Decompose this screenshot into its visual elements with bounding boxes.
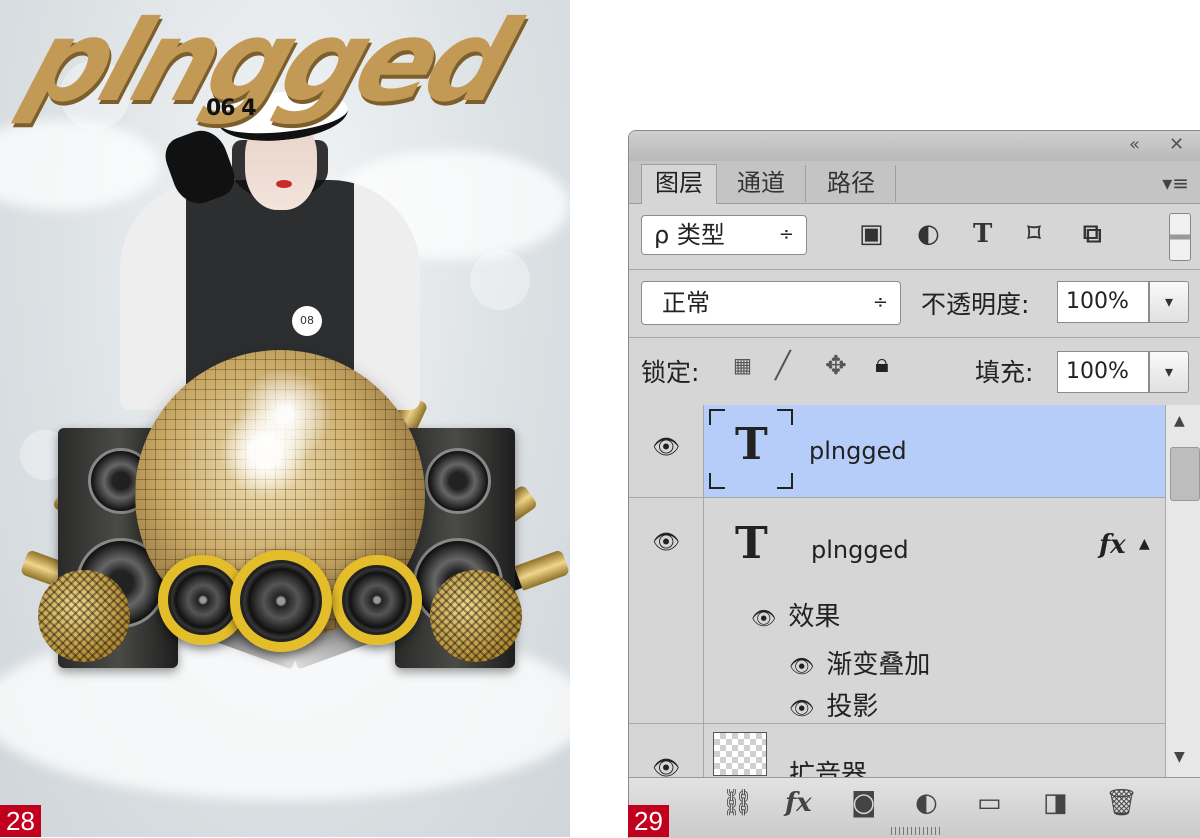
fill-label: 填充: [975,358,1034,387]
layer-list: 👁︎ T plngged 👁︎ T plngged fx ▲ 👁︎ 效果 👁︎ 渐变… [629,405,1165,777]
select-arrow-icon: ÷ [872,292,888,313]
shirt-badge: 08 [292,306,322,336]
fill-dropdown-button[interactable]: ▾ [1149,351,1189,393]
scrollbar-thumb[interactable] [1170,447,1200,501]
group-folder-icon[interactable]: ▭ [977,788,1002,818]
effects-label: 效果 [788,602,841,632]
poster-title: plngged [10,0,526,127]
layer-name[interactable]: 扩音器 [789,754,867,777]
smart-object-filter-icon[interactable]: ⧉ [1083,219,1102,250]
effect-name: 渐变叠加 [826,650,931,680]
poster-image: 08 plngged 06 4 [0,0,570,837]
filter-toggle[interactable] [1169,213,1191,261]
opacity-label: 不透明度: [921,290,1030,319]
lock-transparent-icon[interactable]: ▦ [733,353,752,377]
layer-name[interactable]: plngged [809,437,907,465]
trash-icon[interactable]: 🗑︎ [1105,788,1138,818]
figure-number-28: 28 [0,805,41,837]
panel-titlebar: « ✕ [629,131,1200,162]
layer-name[interactable]: plngged [811,536,909,564]
layer-row[interactable]: 👁︎ 扩音器 [629,724,1165,777]
scroll-down-arrow-icon[interactable]: ▼ [1174,749,1185,765]
text-layer-icon: T [735,419,768,470]
layers-panel: « ✕ 图层 通道 路径 ▾≡ ρ 类型 ÷ ▣ ◐ T ⌑ ⧉ 正常 ÷ 不透… [628,130,1200,838]
scroll-up-arrow-icon[interactable]: ▲ [1174,413,1185,429]
eye-icon[interactable]: 👁︎ [789,654,814,678]
layer-list-scrollbar[interactable]: ▲ ▼ [1165,405,1200,777]
effects-row[interactable]: 👁︎ 效果 [751,596,840,633]
lock-label: 锁定: [641,358,700,387]
shape-filter-icon[interactable]: ⌑ [1027,219,1041,249]
fill-input[interactable]: 100% [1057,351,1149,393]
effect-drop-shadow[interactable]: 👁︎ 投影 [789,686,878,723]
opacity-dropdown-button[interactable]: ▾ [1149,281,1189,323]
close-icon[interactable]: ✕ [1169,134,1184,155]
tab-paths[interactable]: 路径 [807,165,896,202]
lock-brush-icon[interactable]: ╱ [775,351,791,381]
left-microphone [38,570,130,662]
layer-row-selected[interactable]: 👁︎ T plngged [629,405,1165,498]
blend-mode-select[interactable]: 正常 ÷ [641,281,901,325]
select-arrow-icon: ÷ [778,224,794,245]
text-filter-icon[interactable]: T [973,219,992,249]
center-speaker [230,550,332,652]
blend-mode-value: 正常 [662,289,710,317]
eye-icon[interactable]: 👁︎ [651,435,681,460]
disco-shine [230,360,340,470]
panel-menu-icon[interactable]: ▾≡ [1162,171,1189,195]
lock-move-icon[interactable]: ✥ [825,351,847,381]
text-layer-icon: T [735,518,768,569]
blend-row: 正常 ÷ 不透明度: 100% ▾ [629,269,1200,338]
panel-bottom-bar: ⛓︎ fx ◙ ◐ ▭ ◨ 🗑︎ [629,777,1200,838]
image-filter-icon[interactable]: ▣ [859,219,884,249]
figure-number-29: 29 [628,805,669,837]
adjustment-filter-icon[interactable]: ◐ [917,219,940,249]
collapse-effects-arrow-icon[interactable]: ▲ [1139,536,1150,552]
tab-channels[interactable]: 通道 [717,165,806,202]
new-layer-icon[interactable]: ◨ [1043,788,1068,818]
resize-grip[interactable] [891,827,941,835]
collapse-icon[interactable]: « [1129,134,1140,155]
effect-name: 投影 [826,692,879,722]
opacity-input[interactable]: 100% [1057,281,1149,323]
poster-issue: 06 4 [206,96,257,121]
lock-all-icon[interactable]: 🔒︎ [875,349,889,380]
panel-tabs: 图层 通道 路径 ▾≡ [629,161,1200,204]
bokeh-light [470,250,530,310]
tab-layers[interactable]: 图层 [641,164,717,204]
effect-gradient-overlay[interactable]: 👁︎ 渐变叠加 [789,644,930,681]
filter-row: ρ 类型 ÷ ▣ ◐ T ⌑ ⧉ [629,203,1200,270]
layer-row[interactable]: 👁︎ T plngged fx ▲ 👁︎ 效果 👁︎ 渐变叠加 👁︎ 投影 [629,498,1165,724]
right-microphone [430,570,522,662]
raster-layer-thumbnail [713,732,767,776]
fx-icon[interactable]: fx [785,788,812,818]
filter-type-select[interactable]: ρ 类型 ÷ [641,215,807,255]
woman-lips [276,180,292,188]
fx-icon[interactable]: fx [1099,530,1126,560]
link-icon[interactable]: ⛓︎ [721,788,754,818]
eye-icon[interactable]: 👁︎ [751,606,776,630]
cloud [0,120,160,210]
filter-type-label: ρ 类型 [654,221,725,249]
text-layer-thumbnail: T [709,409,793,489]
mask-icon[interactable]: ◙ [851,788,876,818]
lock-row: 锁定: ▦ ╱ ✥ 🔒︎ 填充: 100% ▾ [629,337,1200,406]
eye-icon[interactable]: 👁︎ [651,530,681,555]
adjustment-icon[interactable]: ◐ [915,788,938,818]
small-speaker-right [332,555,422,645]
eye-icon[interactable]: 👁︎ [651,756,681,777]
eye-icon[interactable]: 👁︎ [789,696,814,720]
